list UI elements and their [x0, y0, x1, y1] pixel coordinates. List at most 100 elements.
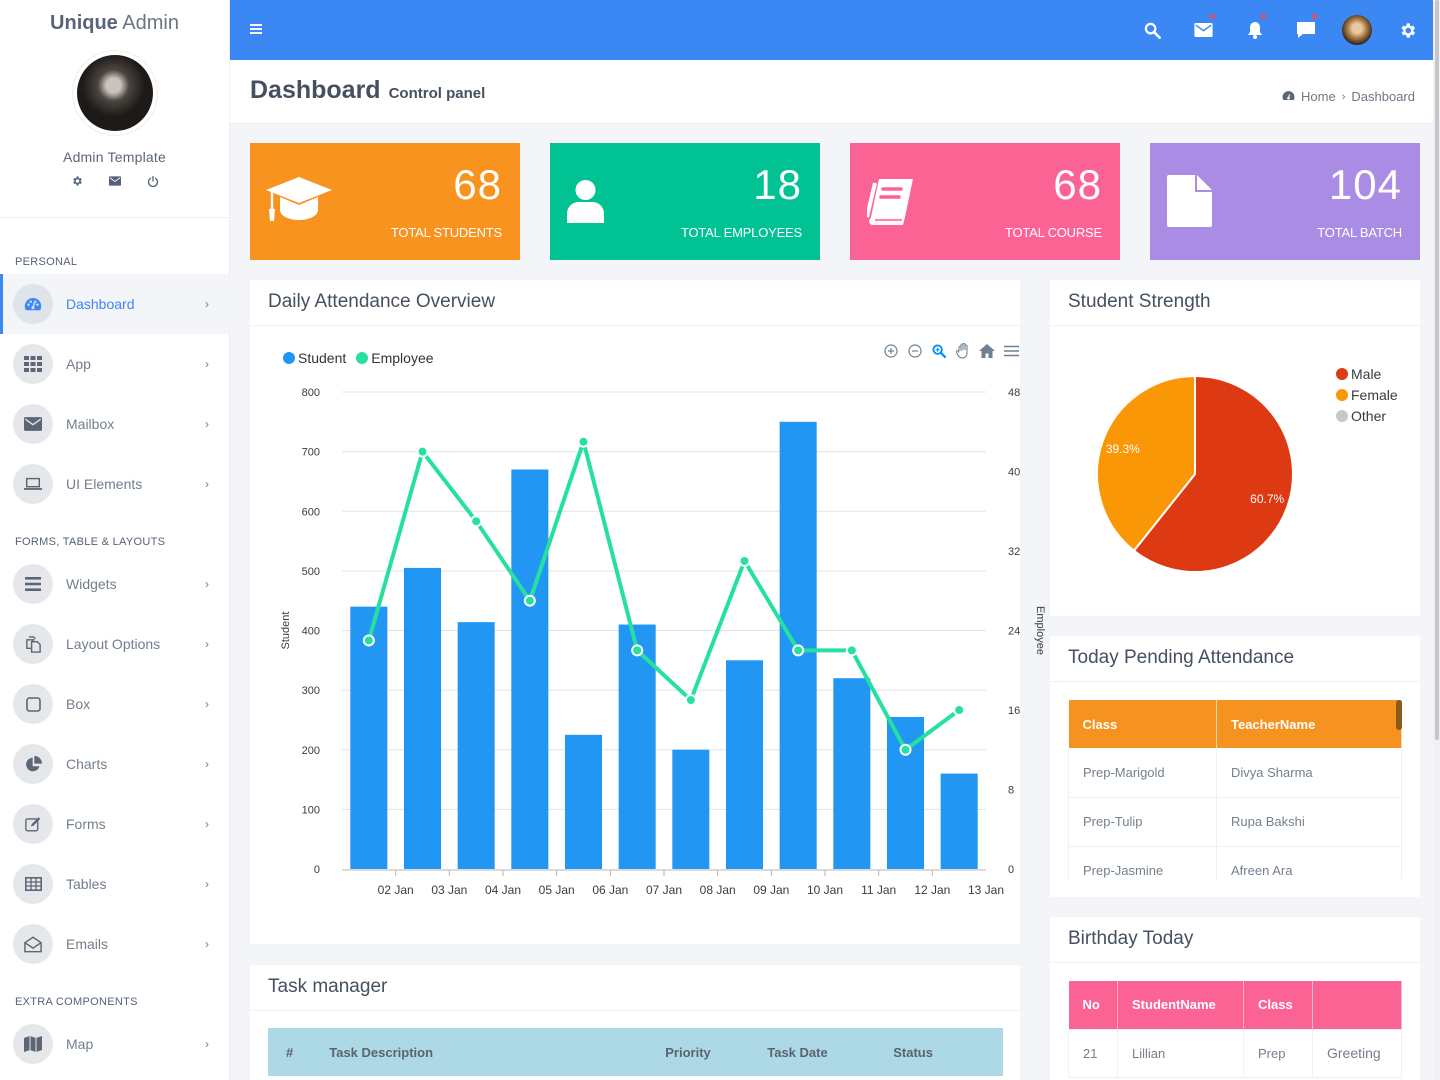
page-title-text: Dashboard	[250, 76, 381, 104]
page-title: Dashboard Control panel	[250, 76, 485, 105]
gear-icon[interactable]	[1382, 0, 1433, 60]
column-header[interactable]: Task Date	[749, 1028, 876, 1076]
column-header[interactable]: StudentName	[1117, 981, 1244, 1029]
pending-table-scroll[interactable]: Class TeacherName Prep-Marigold Divya Sha…	[1068, 700, 1402, 879]
power-icon[interactable]	[147, 175, 159, 187]
brand-logo[interactable]: Unique Admin	[0, 0, 229, 48]
y-tick-label: 200	[302, 745, 320, 757]
box-title: Birthday Today	[1050, 917, 1420, 963]
legend-label: Other	[1351, 408, 1386, 424]
table-row[interactable]: Prep-Marigold Divya Sharma	[1068, 748, 1402, 798]
y-right-tick-label: 48	[1008, 387, 1020, 399]
x-tick-label: 12 Jan	[914, 883, 950, 897]
sidebar-item-tables[interactable]: Tables ›	[0, 854, 229, 914]
sidebar-item-label: Box	[66, 696, 91, 712]
stat-total-employees[interactable]: 18 TOTAL EMPLOYEES	[550, 143, 820, 260]
stat-total-students[interactable]: 68 TOTAL STUDENTS	[250, 143, 520, 260]
y-tick-label: 600	[302, 506, 320, 518]
nav-header-personal: PERSONAL	[15, 256, 78, 268]
sidebar-item-emails[interactable]: Emails ›	[0, 914, 229, 974]
bar-student	[457, 622, 495, 869]
sidebar: Unique Admin Admin Template PERSONAL Das…	[0, 0, 230, 1080]
column-header[interactable]: Task Description	[311, 1028, 648, 1076]
table-row[interactable]: Prep-Jasmine Afreen Ara	[1068, 846, 1402, 879]
brand-bold: Unique	[50, 12, 118, 34]
table-row[interactable]: Prep-Tulip Rupa Bakshi	[1068, 797, 1402, 847]
column-header[interactable]: Class	[1243, 981, 1313, 1029]
profile-avatar[interactable]	[76, 55, 153, 131]
chevron-right-icon: ›	[205, 697, 209, 711]
y-tick-label: 0	[314, 864, 320, 876]
chevron-right-icon: ›	[205, 877, 209, 891]
stat-total-batch[interactable]: 104 TOTAL BATCH	[1150, 143, 1420, 260]
table-row[interactable]: 21 Lillian Prep Greeting	[1068, 1028, 1402, 1078]
settings-icon[interactable]	[71, 175, 83, 187]
menu-toggle-icon[interactable]	[250, 24, 262, 34]
square-icon	[13, 684, 53, 724]
sidebar-item-layout-options[interactable]: Layout Options ›	[0, 614, 229, 674]
mail-icon[interactable]	[1178, 0, 1229, 60]
bar-student	[511, 469, 549, 869]
column-header[interactable]: Class	[1068, 700, 1217, 748]
mail-icon[interactable]	[108, 175, 121, 187]
y-right-tick-label: 24	[1008, 626, 1020, 638]
greeting-button[interactable]: Greeting	[1312, 1028, 1402, 1078]
edit-icon	[13, 804, 53, 844]
stat-total-course[interactable]: 68 TOTAL COURSE	[850, 143, 1120, 260]
stat-label: TOTAL STUDENTS	[390, 225, 502, 240]
y-tick-label: 700	[302, 447, 320, 459]
breadcrumb-current: Dashboard	[1351, 89, 1415, 104]
sidebar-item-app[interactable]: App ›	[0, 334, 229, 394]
sidebar-item-mailbox[interactable]: Mailbox ›	[0, 394, 229, 454]
chat-icon[interactable]	[1280, 0, 1331, 60]
column-header[interactable]: Status	[875, 1028, 1003, 1076]
sidebar-item-label: App	[66, 356, 91, 372]
dashboard-icon	[1282, 89, 1295, 104]
search-icon[interactable]	[1127, 0, 1178, 60]
sidebar-item-widgets[interactable]: Widgets ›	[0, 554, 229, 614]
user-avatar[interactable]	[1331, 0, 1382, 60]
point-employee	[416, 445, 429, 458]
scrollbar-thumb[interactable]	[1435, 0, 1439, 740]
column-header[interactable]: No	[1068, 981, 1118, 1029]
column-header[interactable]: Priority	[647, 1028, 750, 1076]
sidebar-item-label: Forms	[66, 816, 106, 832]
sidebar-item-label: Tables	[66, 876, 107, 892]
bell-icon[interactable]	[1229, 0, 1280, 60]
task-table: # Task Description Priority Task Date St…	[268, 1028, 1003, 1076]
stat-value: 18	[753, 161, 802, 208]
column-header[interactable]: TeacherName	[1216, 700, 1402, 748]
chevron-right-icon: ›	[205, 937, 209, 951]
stat-label: TOTAL BATCH	[1317, 225, 1402, 240]
cell-student-name: Lillian	[1117, 1028, 1244, 1078]
sidebar-item-box[interactable]: Box ›	[0, 674, 229, 734]
y-axis-title: Student	[280, 612, 292, 650]
book-icon	[865, 179, 915, 230]
mail-icon	[13, 404, 53, 444]
table-scrollbar-thumb[interactable]	[1396, 700, 1402, 730]
column-header[interactable]: #	[268, 1028, 312, 1076]
profile-name: Admin Template	[63, 149, 166, 165]
box-title: Task manager	[250, 965, 1020, 1011]
attendance-overview-box: Daily Attendance Overview Student Employ…	[250, 280, 1046, 944]
page-scrollbar[interactable]	[1433, 0, 1440, 1080]
x-tick-label: 10 Jan	[807, 883, 843, 897]
cell-no: 21	[1068, 1028, 1118, 1078]
page-subtitle: Control panel	[388, 85, 486, 102]
sidebar-item-label: Map	[66, 1036, 94, 1052]
sidebar-item-ui-elements[interactable]: UI Elements ›	[0, 454, 229, 514]
content-header: Dashboard Control panel Home › Dashboard	[230, 60, 1433, 124]
sidebar-item-map[interactable]: Map ›	[0, 1014, 229, 1074]
sidebar-item-charts[interactable]: Charts ›	[0, 734, 229, 794]
x-tick-label: 08 Jan	[700, 883, 736, 897]
breadcrumb-home[interactable]: Home	[1301, 89, 1336, 104]
sidebar-item-dashboard[interactable]: Dashboard ›	[0, 274, 229, 334]
sidebar-item-forms[interactable]: Forms ›	[0, 794, 229, 854]
sidebar-item-label: Charts	[66, 756, 108, 772]
map-icon	[13, 1024, 53, 1064]
cell-teacher: Divya Sharma	[1216, 748, 1402, 798]
y-right-tick-label: 8	[1008, 785, 1014, 797]
x-tick-label: 07 Jan	[646, 883, 682, 897]
y-right-tick-label: 40	[1008, 467, 1020, 479]
brand-light: Admin	[122, 12, 179, 34]
